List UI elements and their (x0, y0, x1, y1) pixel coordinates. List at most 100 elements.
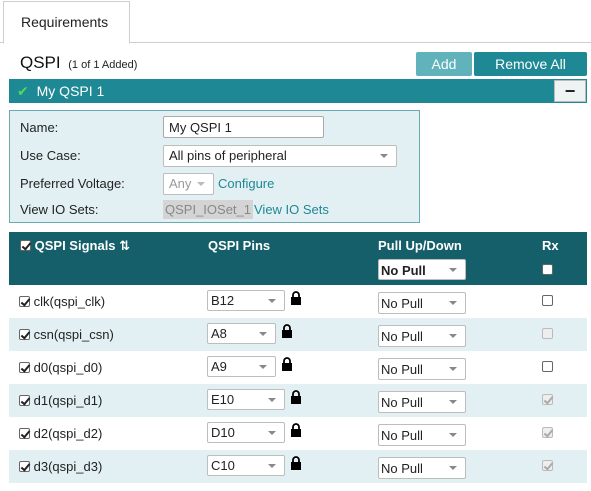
signal-checkbox[interactable] (19, 362, 30, 373)
pull-select[interactable]: No Pull (378, 358, 466, 380)
pin-value: C10 (211, 458, 235, 473)
rx-checkbox[interactable] (542, 295, 553, 306)
rx-checkbox (542, 427, 553, 438)
pull-select[interactable]: No Pull (378, 292, 466, 314)
pull-all-value: No Pull (381, 263, 426, 278)
signal-name: d2(qspi_d2) (33, 426, 103, 441)
collapse-button[interactable]: − (554, 80, 586, 102)
pull-all-select[interactable]: No Pull (378, 259, 466, 280)
table-row: d1(qspi_d1) E10 No Pull (9, 384, 587, 417)
signal-name: d0(qspi_d0) (33, 360, 103, 375)
name-field[interactable]: My QSPI 1 (163, 116, 324, 138)
lock-icon[interactable] (290, 456, 302, 470)
signal-name: d3(qspi_d3) (33, 459, 103, 474)
signals-header: QSPI Signals ⇅ (20, 238, 130, 254)
pull-value: No Pull (381, 395, 423, 410)
add-button[interactable]: Add (416, 52, 472, 76)
chevron-down-icon (449, 268, 457, 272)
use-case-label: Use Case: (20, 148, 81, 163)
use-case-select[interactable]: All pins of peripheral (163, 145, 397, 167)
pin-select[interactable]: C10 (207, 455, 285, 476)
signal-cell: d3(qspi_d3) (19, 459, 102, 474)
col-pull: Pull Up/Down (378, 238, 462, 253)
chevron-down-icon (268, 398, 276, 402)
col-signals: QSPI Signals (34, 238, 116, 253)
configure-link[interactable]: Configure (218, 176, 274, 191)
col-rx: Rx (542, 238, 559, 253)
signal-checkbox[interactable] (19, 296, 30, 307)
pull-select[interactable]: No Pull (378, 457, 466, 479)
pin-value: A8 (211, 326, 227, 341)
rx-all-checkbox[interactable] (542, 264, 553, 275)
table-row: d2(qspi_d2) D10 No Pull (9, 417, 587, 450)
signal-checkbox[interactable] (19, 395, 30, 406)
signal-name: csn(qspi_csn) (33, 327, 114, 342)
use-case-value: All pins of peripheral (169, 148, 287, 163)
lock-icon[interactable] (290, 390, 302, 404)
check-icon: ✔ (17, 83, 29, 99)
signal-cell: clk(qspi_clk) (19, 294, 105, 309)
lock-icon[interactable] (281, 324, 293, 338)
select-all-checkbox[interactable] (20, 240, 31, 251)
pull-value: No Pull (381, 362, 423, 377)
signal-cell: d2(qspi_d2) (19, 426, 102, 441)
chevron-down-icon (268, 464, 276, 468)
pull-select[interactable]: No Pull (378, 325, 466, 347)
instance-form: Name: My QSPI 1 Use Case: All pins of pe… (9, 110, 420, 223)
pin-value: A9 (211, 359, 227, 374)
remove-all-button[interactable]: Remove All (474, 52, 587, 76)
pull-value: No Pull (381, 461, 423, 476)
pull-value: No Pull (381, 428, 423, 443)
pull-value: No Pull (381, 296, 423, 311)
lock-icon[interactable] (290, 423, 302, 437)
signal-cell: d1(qspi_d1) (19, 393, 102, 408)
sort-icon[interactable]: ⇅ (119, 238, 130, 253)
pin-select[interactable]: B12 (207, 290, 285, 311)
pin-select[interactable]: E10 (207, 389, 285, 410)
signal-cell: d0(qspi_d0) (19, 360, 102, 375)
rx-checkbox (542, 394, 553, 405)
pull-select[interactable]: No Pull (378, 391, 466, 413)
signal-name: d1(qspi_d1) (33, 393, 103, 408)
col-pins: QSPI Pins (208, 238, 271, 253)
lock-icon[interactable] (290, 291, 302, 305)
lock-icon[interactable] (281, 357, 293, 371)
chevron-down-icon (268, 299, 276, 303)
table-row: d0(qspi_d0) A9 No Pull (9, 351, 587, 384)
signal-checkbox[interactable] (19, 428, 30, 439)
page-title: QSPI (20, 53, 61, 72)
rx-checkbox (542, 328, 553, 339)
voltage-label: Preferred Voltage: (20, 176, 125, 191)
table-row: d3(qspi_d3) C10 No Pull (9, 450, 587, 483)
name-label: Name: (20, 120, 59, 135)
voltage-value: Any (169, 176, 192, 191)
pull-select[interactable]: No Pull (378, 424, 466, 446)
signal-checkbox[interactable] (19, 461, 30, 472)
voltage-select[interactable]: Any (163, 173, 214, 195)
chevron-down-icon (380, 154, 388, 158)
chevron-down-icon (259, 365, 267, 369)
view-io-sets-link[interactable]: View IO Sets (254, 202, 329, 217)
instance-header[interactable]: ✔ My QSPI 1 (9, 79, 587, 103)
signal-cell: csn(qspi_csn) (19, 327, 114, 342)
chevron-down-icon (449, 367, 457, 371)
rx-checkbox[interactable] (542, 361, 553, 372)
pin-value: E10 (211, 392, 235, 407)
pin-select[interactable]: A9 (207, 356, 276, 377)
pin-select[interactable]: A8 (207, 323, 276, 344)
added-count: (1 of 1 Added) (68, 59, 138, 71)
pin-select[interactable]: D10 (207, 422, 285, 443)
signals-table-header: QSPI Signals ⇅ QSPI Pins Pull Up/Down Rx… (9, 232, 587, 285)
chevron-down-icon (449, 466, 457, 470)
io-set-value: QSPI_IOSet_1 (163, 200, 253, 219)
pull-value: No Pull (381, 329, 423, 344)
tab-requirements[interactable]: Requirements (3, 1, 130, 44)
io-sets-label: View IO Sets: (20, 202, 99, 217)
signal-name: clk(qspi_clk) (33, 294, 106, 309)
chevron-down-icon (449, 400, 457, 404)
chevron-down-icon (197, 182, 205, 186)
table-row: clk(qspi_clk) B12 No Pull (9, 285, 587, 318)
tab-bar: Requirements (0, 0, 591, 44)
signal-checkbox[interactable] (19, 329, 30, 340)
chevron-down-icon (449, 334, 457, 338)
